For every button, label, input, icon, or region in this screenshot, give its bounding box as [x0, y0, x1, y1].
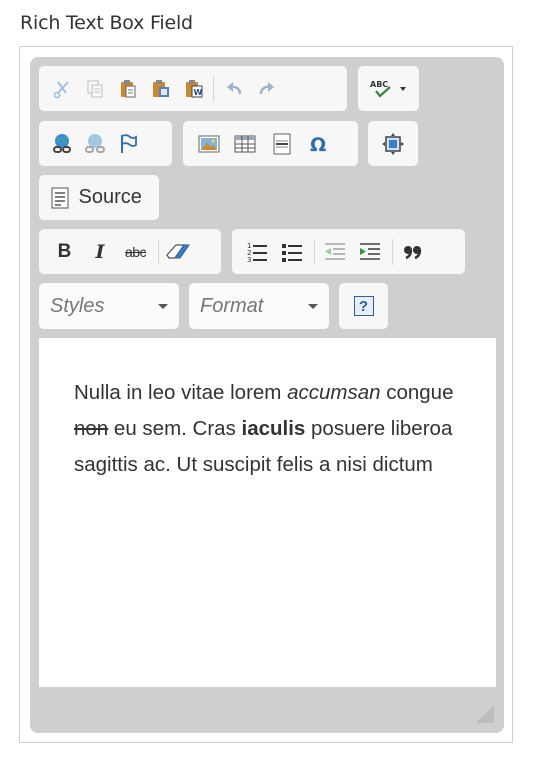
paste-word-button[interactable]: W	[179, 74, 209, 104]
anchor-button[interactable]	[113, 129, 143, 159]
content-strike: non	[74, 417, 109, 440]
redo-icon	[259, 81, 274, 94]
anchor-icon	[120, 133, 137, 153]
basicstyles-group: B I abc	[39, 229, 221, 274]
spellcheck-text: ABC	[370, 80, 388, 89]
chevron-down-icon	[399, 86, 406, 91]
field-label: Rich Text Box Field	[20, 12, 193, 34]
numbered-list-button[interactable]: 1 2 3	[242, 237, 272, 267]
svg-text:W: W	[193, 88, 202, 97]
content-bold: iaculis	[241, 417, 306, 440]
help-button[interactable]: ?	[350, 291, 378, 321]
eraser-icon	[166, 243, 190, 259]
spellcheck-icon: ABC	[370, 80, 391, 98]
svg-text:Ω: Ω	[310, 134, 326, 155]
unlink-icon	[84, 133, 105, 153]
content-text: congue	[380, 381, 454, 404]
blockquote-button[interactable]	[398, 237, 428, 267]
unlink-button[interactable]	[80, 129, 110, 159]
copy-button[interactable]	[80, 74, 110, 104]
strike-icon: abc	[124, 243, 147, 260]
strike-button[interactable]: abc	[121, 237, 151, 267]
paste-word-icon: W	[185, 79, 202, 97]
special-char-icon: Ω	[310, 134, 326, 155]
bold-button[interactable]: B	[50, 237, 80, 267]
horizontal-line-icon	[273, 133, 290, 154]
outdent-icon	[324, 242, 345, 260]
source-group: Source	[39, 175, 159, 220]
bulleted-list-icon	[282, 243, 302, 262]
paste-text-button[interactable]	[146, 74, 176, 104]
spellcheck-group: ABC	[358, 66, 419, 111]
outdent-button[interactable]	[320, 237, 350, 267]
content-text: eu sem. Cras	[108, 417, 242, 440]
copy-icon	[87, 80, 102, 97]
editor-content[interactable]: Nulla in leo vitae lorem accumsan congue…	[39, 338, 496, 687]
maximize-button[interactable]	[380, 129, 407, 159]
bulleted-list-button[interactable]	[277, 237, 307, 267]
italic-icon: I	[95, 240, 105, 263]
link-icon	[52, 133, 71, 153]
spellcheck-button[interactable]: ABC	[368, 74, 406, 104]
toolbar-separator	[213, 75, 214, 102]
toolbar-separator	[157, 238, 159, 265]
redo-button[interactable]	[252, 74, 282, 104]
toolbar-separator	[314, 238, 315, 265]
source-label: Source	[78, 186, 142, 208]
format-dropdown-value: Format	[200, 294, 264, 317]
insert-group: Ω	[183, 121, 358, 166]
cut-icon	[53, 80, 69, 98]
content-italic: accumsan	[287, 381, 381, 404]
format-dropdown[interactable]: Format	[189, 283, 329, 329]
content-paragraph: Nulla in leo vitae lorem accumsan congue…	[74, 375, 469, 483]
styles-dropdown[interactable]: Styles	[39, 283, 179, 329]
paste-icon	[120, 79, 135, 97]
source-icon	[51, 187, 68, 208]
cut-button[interactable]	[47, 74, 77, 104]
table-button[interactable]	[230, 129, 260, 159]
toolbar-separator	[392, 238, 393, 265]
table-icon	[234, 135, 256, 152]
image-icon	[198, 135, 219, 152]
horizontal-line-button[interactable]	[267, 129, 297, 159]
italic-button[interactable]: I	[85, 237, 115, 267]
special-char-button[interactable]: Ω	[303, 129, 333, 159]
undo-button[interactable]	[219, 74, 249, 104]
clipboard-group: W	[39, 66, 347, 111]
lists-group: 1 2 3	[232, 229, 465, 274]
indent-button[interactable]	[355, 237, 385, 267]
svg-text:3: 3	[247, 256, 251, 263]
bold-icon: B	[57, 240, 72, 262]
blockquote-icon	[403, 245, 421, 259]
chevron-down-icon	[308, 303, 318, 309]
remove-format-button[interactable]	[163, 237, 193, 267]
image-button[interactable]	[194, 129, 224, 159]
paste-text-icon	[152, 79, 169, 97]
paste-button[interactable]	[113, 74, 143, 104]
link-button[interactable]	[47, 129, 77, 159]
content-text: Nulla in leo vitae lorem	[74, 381, 288, 404]
numbered-list-icon: 1 2 3	[247, 242, 267, 263]
maximize-icon	[382, 132, 404, 155]
source-button[interactable]: Source	[47, 183, 146, 213]
undo-icon	[226, 81, 241, 94]
chevron-down-icon	[158, 303, 168, 309]
help-icon: ?	[353, 296, 374, 316]
indent-icon	[360, 242, 380, 260]
links-group	[39, 121, 172, 166]
styles-dropdown-value: Styles	[50, 294, 105, 317]
resize-handle[interactable]	[476, 705, 494, 723]
help-group: ?	[339, 283, 388, 329]
maximize-group	[368, 121, 418, 166]
